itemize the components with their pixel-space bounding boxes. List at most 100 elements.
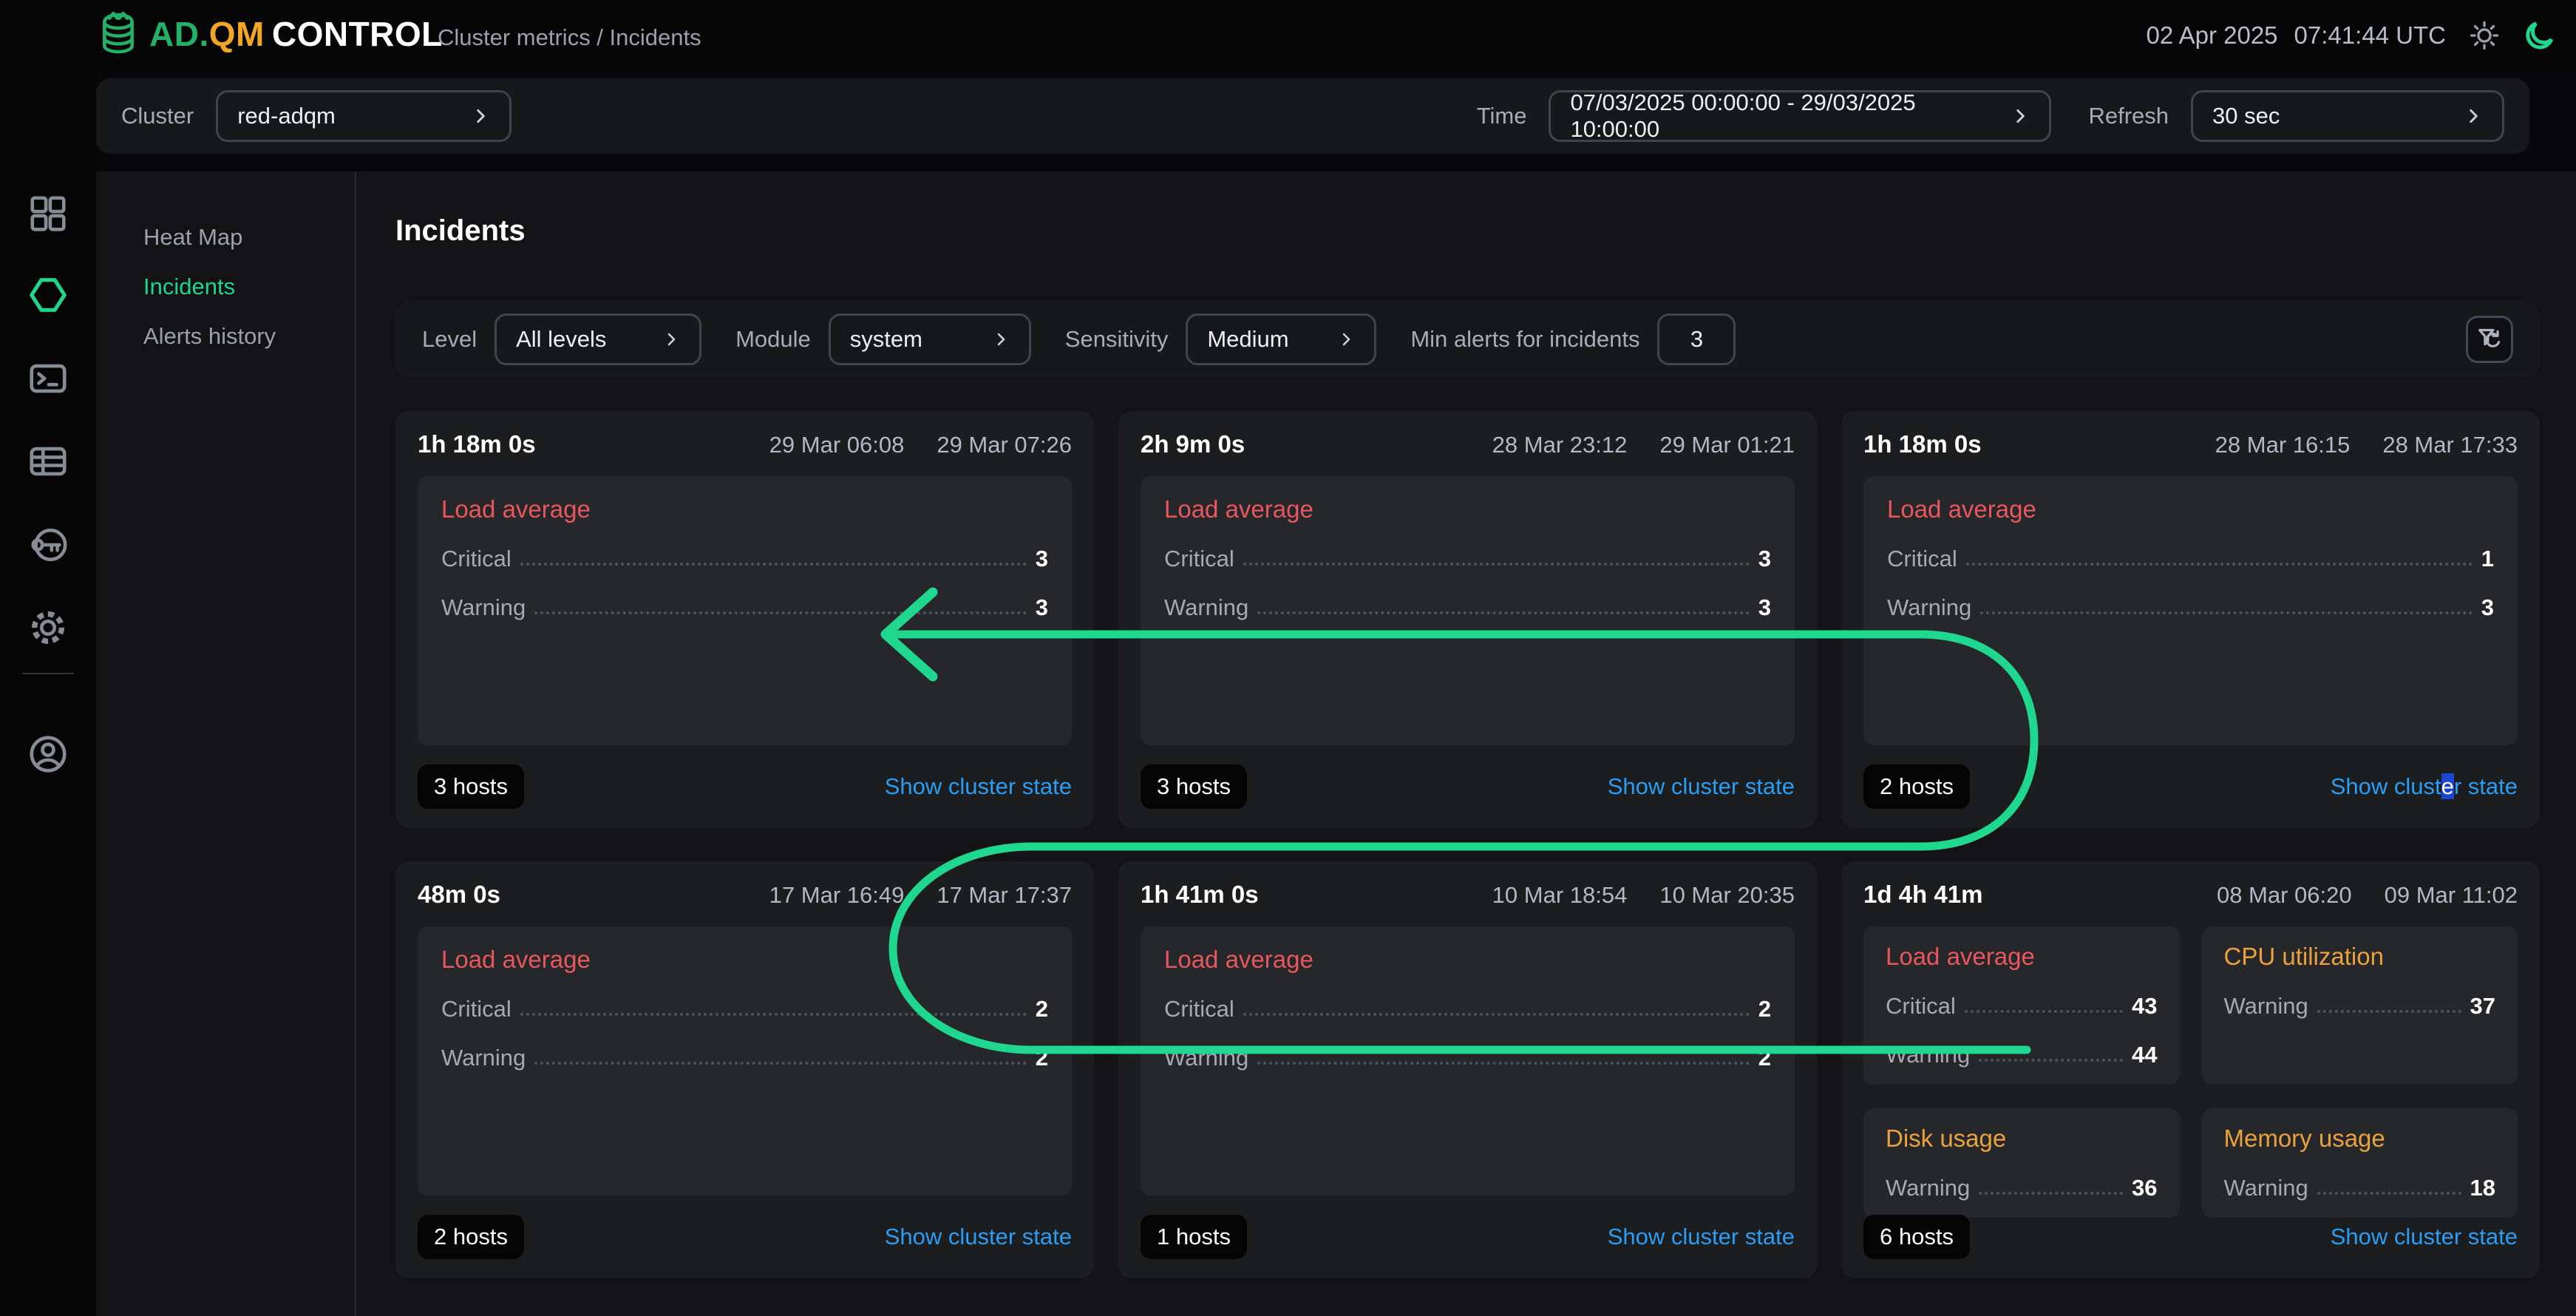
dotted-leader [534,1062,1026,1065]
user-profile-icon[interactable] [27,733,69,776]
level-select-value: All levels [516,326,606,353]
cluster-toolbar: Cluster red-adqm Time 07/03/2025 00:00:0… [96,78,2529,154]
logo-drum-icon [95,10,142,58]
alert-severity-label: Warning [1164,594,1248,621]
alert-metric-title: Load average [441,495,1048,523]
alert-count-value: 3 [1036,594,1048,621]
show-cluster-state-link[interactable]: Show cluster state [885,773,1072,800]
show-cluster-state-link[interactable]: Show cluster state [1608,773,1795,800]
level-select[interactable]: All levels [495,313,701,365]
alert-count-value: 2 [1036,1045,1048,1071]
alert-panel: Load averageCritical2Warning2 [1141,926,1795,1195]
cluster-select[interactable]: red-adqm [216,90,512,142]
light-theme-sun-icon[interactable] [2468,19,2501,52]
incident-end-time: 17 Mar 17:37 [937,882,1072,909]
alert-count-value: 2 [1758,996,1771,1022]
alert-count-value: 43 [2132,993,2157,1020]
incident-card: 1h 41m 0s10 Mar 18:5410 Mar 20:35Load av… [1118,861,1817,1278]
dotted-leader [1979,1192,2123,1195]
alert-severity-label: Warning [1887,594,1971,621]
alert-metric-title: Disk usage [1886,1125,2158,1153]
module-select[interactable]: system [829,313,1031,365]
chevron-right-icon [1337,330,1355,348]
alert-count-value: 3 [1758,594,1771,621]
alert-count-row: Warning 36 [1886,1175,2158,1201]
cluster-metrics-hexagon-icon[interactable] [27,274,69,316]
dotted-leader [520,1013,1027,1016]
show-cluster-state-link[interactable]: Show cluster state [2331,773,2518,800]
cluster-select-value: red-adqm [237,103,336,129]
key-icon[interactable] [27,523,69,566]
alert-panel: Load averageCritical3Warning3 [418,476,1072,745]
alert-metric-title: Memory usage [2224,1125,2496,1153]
dark-theme-moon-icon[interactable] [2523,18,2557,52]
table-icon[interactable] [27,440,69,483]
alert-count-row: Critical 3 [1164,546,1771,572]
app-logo[interactable]: AD.QMCONTROL [95,10,443,58]
dotted-leader [2317,1192,2461,1195]
alert-panel: Load averageCritical2Warning2 [418,926,1072,1195]
alert-severity-label: Critical [1164,996,1234,1022]
clock-time: 07:41:44 UTC [2294,21,2446,50]
alert-count-value: 36 [2132,1175,2157,1201]
alert-count-row: Warning3 [1887,594,2494,621]
alert-panel: Load averageCritical3Warning3 [1141,476,1795,745]
main-panel: Incidents Level All levels Module system [356,172,2576,1316]
alert-count-value: 1 [2481,546,2494,572]
sidebar-item-alerts-history[interactable]: Alerts history [96,311,355,361]
incident-duration: 48m 0s [418,881,500,909]
terminal-icon[interactable] [27,357,69,400]
alert-count-row: Critical 43 [1886,993,2158,1020]
alert-panel: Memory usageWarning18 [2202,1108,2518,1218]
incident-end-time: 09 Mar 11:02 [2385,882,2518,909]
clock-date: 02 Apr 2025 [2147,21,2278,50]
sensitivity-label: Sensitivity [1065,326,1169,353]
alert-count-row: Critical 1 [1887,546,2494,572]
alert-severity-label: Critical [441,546,512,572]
incident-end-time: 10 Mar 20:35 [1659,882,1795,909]
incident-start-time: 10 Mar 18:54 [1492,882,1628,909]
refresh-interval-select[interactable]: 30 sec [2191,90,2504,142]
alert-count-value: 3 [1758,546,1771,572]
level-label: Level [422,326,477,353]
alert-severity-label: Warning [1164,1045,1248,1071]
module-select-value: system [850,326,922,353]
dotted-leader [1966,563,2473,566]
show-cluster-state-link[interactable]: Show cluster state [2331,1224,2518,1250]
show-cluster-state-link[interactable]: Show cluster state [1608,1224,1795,1250]
incident-end-time: 29 Mar 07:26 [937,432,1072,458]
chevron-right-icon [2464,106,2483,126]
dashboard-grid-icon[interactable] [27,192,69,235]
incident-duration: 1d 4h 41m [1863,881,1982,909]
alert-severity-label: Warning [441,1045,526,1071]
dotted-leader [2317,1010,2461,1013]
icon-rail [0,71,96,1316]
incident-start-time: 28 Mar 16:15 [2215,432,2351,458]
dotted-leader [1979,1059,2123,1062]
reset-filters-button[interactable] [2466,316,2513,363]
min-alerts-input[interactable]: 3 [1657,313,1736,365]
sidebar-item-incidents[interactable]: Incidents [96,262,355,311]
alert-severity-label: Critical [1886,993,1956,1020]
sidebar-item-heat-map[interactable]: Heat Map [96,212,355,262]
alert-severity-label: Warning [1886,1175,1970,1201]
section-nav: Heat MapIncidentsAlerts history [96,172,355,1316]
chevron-right-icon [992,330,1010,348]
hosts-badge: 6 hosts [1863,1215,1970,1259]
show-cluster-state-link[interactable]: Show cluster state [885,1224,1072,1250]
hosts-badge: 2 hosts [1863,764,1970,809]
alert-count-row: Warning37 [2224,993,2496,1020]
chevron-right-icon [471,106,490,126]
alert-count-row: Critical3 [441,546,1048,572]
incident-start-time: 28 Mar 23:12 [1492,432,1628,458]
sensitivity-select[interactable]: Medium [1186,313,1376,365]
dotted-leader [534,611,1026,614]
alert-panel: CPU utilizationWarning37 [2202,926,2518,1085]
incident-card: 48m 0s17 Mar 16:4917 Mar 17:37Load avera… [395,861,1094,1278]
alert-severity-label: Critical [1887,546,1957,572]
settings-gear-icon[interactable] [27,606,69,649]
hosts-badge: 1 hosts [1141,1215,1247,1259]
time-range-select[interactable]: 07/03/2025 00:00:00 - 29/03/2025 10:00:0… [1549,90,2051,142]
incident-duration: 1h 18m 0s [1863,430,1982,458]
alert-severity-label: Critical [1164,546,1234,572]
